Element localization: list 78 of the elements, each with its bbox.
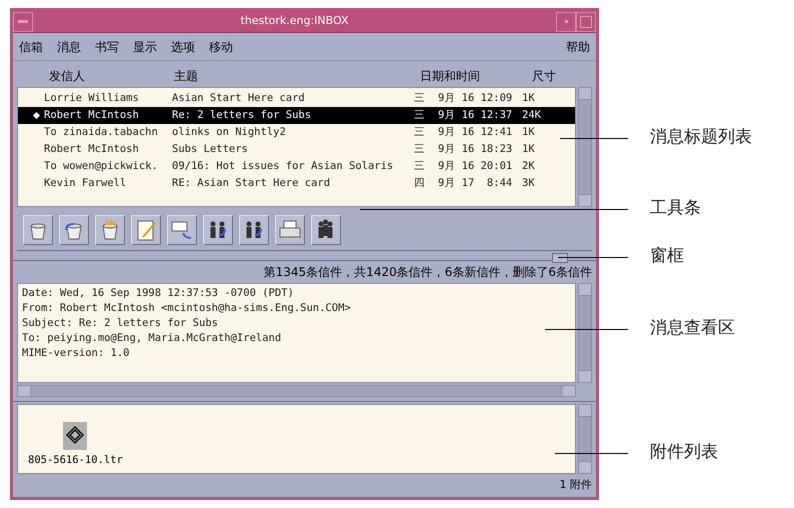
header-line: Subject: Re: 2 letters for Subs — [22, 316, 219, 331]
sender-text: Robert McIntosh — [44, 108, 140, 123]
toolbar-button[interactable] — [311, 214, 341, 244]
day-text: 三 — [414, 158, 426, 174]
toolbar-button[interactable] — [239, 214, 269, 244]
day-text: 三 — [414, 124, 426, 140]
message-row[interactable]: To zinaida.tabachn olinks on Nightly2 三 9月 16 12:41 1K — [18, 124, 575, 141]
window-title: thestork.eng:INBOX — [240, 13, 350, 30]
day-text: 三 — [414, 90, 426, 106]
leader-line — [558, 257, 628, 258]
column-header[interactable]: 主题 — [174, 67, 420, 85]
callout-label: 消息查看区 — [650, 320, 735, 337]
day-text: 三 — [414, 142, 426, 157]
toolbar-button[interactable] — [167, 214, 197, 244]
date-text: 9月 16 12:41 — [438, 124, 514, 140]
menu-item[interactable]: 信箱 — [19, 38, 43, 56]
subject-text: Re: 2 letters for Subs — [172, 108, 312, 123]
subject-text: Asian Start Here card — [172, 90, 306, 106]
toolbar-button[interactable] — [131, 214, 161, 244]
date-text: 9月 16 12:09 — [438, 90, 514, 106]
day-text: 四 — [414, 176, 426, 191]
message-row[interactable]: Lorrie Williams Asian Start Here card 三 9月 16 12:09 1K — [18, 90, 575, 107]
horizontal-scroll-bar[interactable] — [17, 385, 576, 397]
message-row[interactable]: Kevin Farwell RE: Asian Start Here card 四 9月 17 8:44 3K — [18, 175, 575, 192]
menu-item[interactable]: 显示 — [133, 38, 157, 56]
callout-label: 窗框 — [650, 248, 684, 265]
size-text: 2K — [522, 158, 535, 174]
callout-label: 工具条 — [650, 200, 701, 217]
message-row[interactable]: To wowen@pickwick. 09/16: Hot issues for Asian Solaris 三 9月 16 20:01 2K — [18, 158, 575, 175]
sender-text: To wowen@pickwick. — [44, 158, 159, 174]
sender-text: Lorrie Williams — [44, 90, 140, 106]
header-line: From: Robert McIntosh <mcintosh@ha-sims.Eng.Sun.COM> — [22, 301, 352, 316]
leader-line — [560, 138, 628, 139]
size-text: 1K — [522, 124, 535, 140]
menu-item[interactable]: 选项 — [171, 38, 195, 56]
attachment-count: 1 附件 — [558, 476, 593, 493]
size-text: 1K — [522, 142, 535, 157]
header-line: MIME-version: 1.0 — [22, 346, 130, 361]
toolbar-button[interactable] — [59, 214, 89, 244]
pane-sash-handle[interactable] — [552, 253, 568, 263]
attachment-name[interactable]: 805-5616-10.ltr — [28, 453, 123, 469]
subject-text: 09/16: Hot issues for Asian Solaris — [172, 158, 394, 174]
menu-item[interactable]: 消息 — [57, 38, 81, 56]
callout-label: 消息标题列表 — [650, 129, 752, 146]
header-line: To: peiying.mo@Eng, Maria.McGrath@Ireland — [22, 331, 282, 346]
toolbar-button[interactable] — [23, 214, 53, 244]
header-line: Date: Wed, 16 Sep 1998 12:37:53 -0700 (PDT) — [22, 286, 295, 301]
toolbar-button[interactable] — [95, 214, 125, 244]
day-text: 三 — [414, 108, 426, 123]
scroll-bar[interactable] — [578, 283, 592, 383]
size-text: 3K — [522, 176, 535, 191]
menu-item[interactable]: 移动 — [209, 38, 233, 56]
column-header[interactable]: 日期和时间 — [420, 67, 532, 85]
message-row[interactable]: Robert McIntosh Subs Letters 三 9月 16 18:23 1K — [18, 141, 575, 158]
subject-text: olinks on Nightly2 — [172, 124, 287, 140]
document-icon — [63, 422, 88, 450]
scroll-bar[interactable] — [578, 87, 592, 207]
date-text: 9月 16 18:23 — [438, 142, 514, 157]
size-text: 24K — [522, 108, 541, 123]
column-header[interactable]: 发信人 — [49, 67, 174, 85]
date-text: 9月 16 12:37 — [438, 108, 514, 123]
size-text: 1K — [522, 90, 535, 106]
date-text: 9月 16 20:01 — [438, 158, 514, 174]
sender-text: To zinaida.tabachn — [44, 124, 159, 140]
callout-label: 附件列表 — [650, 444, 718, 461]
date-text: 9月 17 8:44 — [438, 176, 514, 191]
status-text: 第1345条信件，共1420条信件，6条新信件，删除了6条信件 — [262, 264, 593, 281]
sender-text: Kevin Farwell — [44, 176, 128, 191]
menu-item[interactable]: 帮助 — [566, 38, 590, 56]
toolbar-button[interactable] — [275, 214, 305, 244]
subject-text: Subs Letters — [172, 142, 249, 157]
subject-text: RE: Asian Start Here card — [172, 176, 332, 191]
menu-item[interactable]: 书写 — [95, 38, 119, 56]
toolbar-button[interactable] — [203, 214, 233, 244]
scroll-bar[interactable] — [578, 404, 592, 474]
message-row[interactable]: Robert McIntosh Re: 2 letters for Subs 三 9月 16 12:37 24K — [18, 107, 575, 124]
column-header[interactable]: 尺寸 — [532, 67, 556, 85]
sender-text: Robert McIntosh — [44, 142, 140, 157]
